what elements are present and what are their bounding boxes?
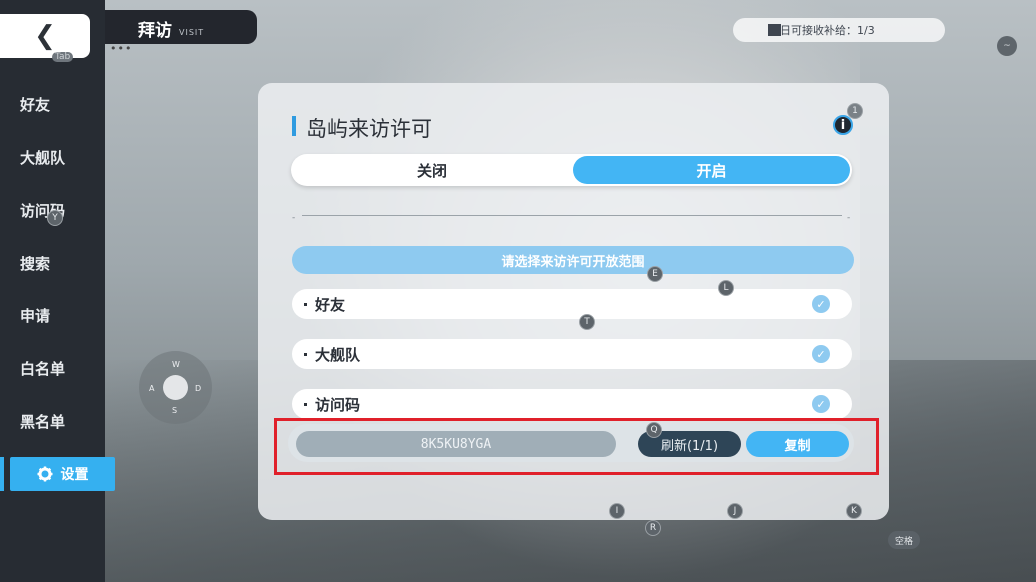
header-bar: [105, 10, 257, 44]
sidebar-item-label: 大舰队: [20, 148, 66, 167]
sidebar-item-label: 好友: [20, 95, 51, 114]
key-hint-space: 空格: [888, 531, 920, 549]
option-fleet[interactable]: 大舰队 ✓: [292, 339, 852, 369]
back-button[interactable]: ❮: [0, 14, 90, 58]
range-header: 请选择来访许可开放范围: [292, 246, 854, 274]
check-icon[interactable]: ✓: [812, 345, 830, 363]
bullet: [304, 402, 307, 406]
toggle-on-option[interactable]: 开启: [573, 156, 850, 184]
sidebar-item-whitelist[interactable]: 白名单: [0, 350, 105, 386]
sidebar-item-friends[interactable]: 好友: [0, 86, 105, 122]
key-hint-i: I: [609, 503, 625, 519]
check-icon[interactable]: ✓: [812, 395, 830, 413]
supply-text: 今日可接收补给：1/3: [769, 24, 875, 37]
bullet: [304, 302, 307, 306]
key-hint-r: R: [645, 520, 661, 536]
more-dots-icon: •••: [110, 42, 133, 55]
panel-title: 岛屿来访许可: [306, 117, 432, 141]
toggle-on-label: 开启: [696, 161, 727, 180]
sidebar-item-label: 白名单: [20, 359, 66, 378]
page-title: 拜访: [138, 21, 172, 41]
joystick-left-label: A: [149, 384, 155, 393]
key-hint-y: Y: [47, 210, 63, 226]
option-label: 好友: [315, 295, 346, 314]
highlight-box: [274, 418, 879, 475]
key-hint-l: L: [718, 280, 734, 296]
sidebar-item-label: 搜索: [20, 254, 51, 273]
joystick-knob[interactable]: [163, 375, 188, 400]
tab-key-hint: Tab: [52, 52, 74, 62]
key-hint-t: T: [579, 314, 595, 330]
sidebar-item-label: 设置: [60, 467, 89, 483]
toggle-off-label: 关闭: [416, 161, 447, 180]
active-indicator: [0, 457, 4, 491]
check-icon[interactable]: ✓: [812, 295, 830, 313]
bullet: [304, 352, 307, 356]
joystick-down-label: S: [172, 406, 178, 415]
chevron-left-icon: ❮: [34, 21, 56, 51]
key-hint-q: Q: [646, 422, 662, 438]
sidebar-item-blacklist[interactable]: 黑名单: [0, 403, 105, 439]
key-hint-k: K: [846, 503, 862, 519]
joystick-right-label: D: [195, 384, 202, 393]
supply-counter: 今日可接收补给：1/3: [733, 18, 945, 42]
option-friends[interactable]: 好友 ✓: [292, 289, 852, 319]
key-hint-j: J: [727, 503, 743, 519]
divider-right-dash: -: [847, 213, 851, 223]
sidebar-item-requests[interactable]: 申请: [0, 297, 105, 333]
sidebar-item-label: 申请: [20, 306, 51, 325]
title-accent-bar: [292, 116, 296, 136]
tilde-key-hint[interactable]: ~: [997, 36, 1017, 56]
divider: [302, 215, 842, 216]
page-subtitle: VISIT: [179, 28, 205, 37]
info-icon[interactable]: i: [833, 115, 853, 135]
option-label: 大舰队: [315, 345, 361, 364]
divider-left-dash: -: [292, 213, 296, 223]
sidebar-item-search[interactable]: 搜索: [0, 245, 105, 281]
supply-box-icon: [768, 24, 781, 36]
sidebar-item-settings[interactable]: 设置: [10, 457, 115, 491]
joystick-up-label: W: [172, 360, 180, 369]
sidebar-item-fleet[interactable]: 大舰队: [0, 139, 105, 175]
gear-icon: [37, 466, 52, 482]
info-count-badge: 1: [847, 103, 863, 119]
key-hint-e: E: [647, 266, 663, 282]
sidebar-item-label: 黑名单: [20, 412, 66, 431]
toggle-off-option[interactable]: 关闭: [291, 154, 573, 186]
option-visit-code[interactable]: 访问码 ✓: [292, 389, 852, 419]
range-label: 请选择来访许可开放范围: [501, 254, 645, 270]
option-label: 访问码: [315, 395, 361, 414]
